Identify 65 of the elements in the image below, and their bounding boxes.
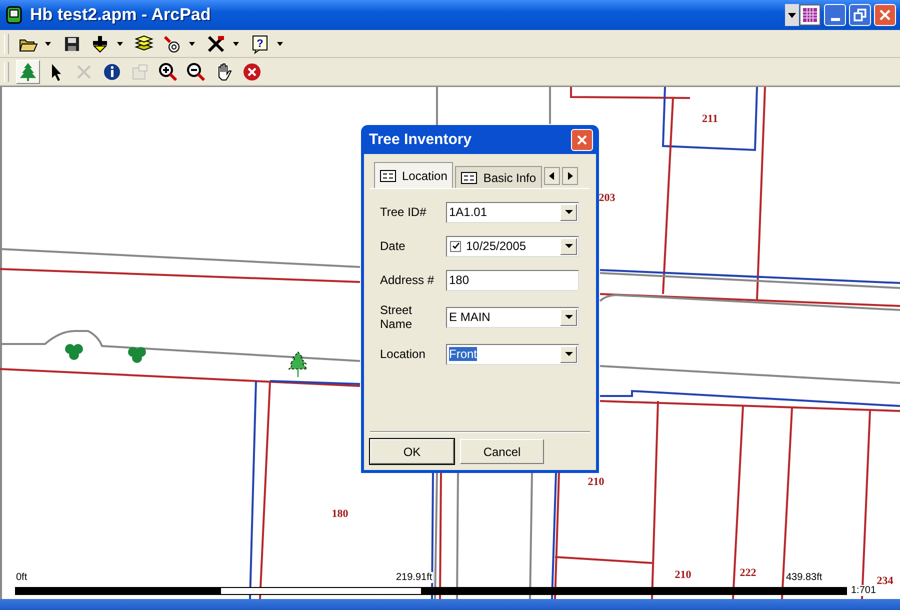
checkmark-icon	[452, 242, 460, 250]
field-label: Date	[380, 239, 406, 253]
close-button[interactable]	[571, 128, 593, 150]
scale-label: 0ft	[15, 572, 28, 583]
selected-tree-symbol	[288, 351, 308, 377]
arrow-right-icon	[566, 172, 574, 180]
form-icon	[461, 172, 478, 184]
field-label: Street Name	[380, 303, 414, 331]
info-icon	[102, 62, 122, 82]
parcel-label: 180	[332, 508, 348, 520]
scale-label: 439.83ft	[785, 572, 824, 583]
tree-symbol	[65, 344, 83, 360]
scale-label: 219.91ft	[395, 572, 434, 583]
tree-icon	[18, 62, 38, 82]
parcel-label: 203	[598, 192, 616, 204]
minimize-button[interactable]	[824, 4, 846, 26]
form-icon	[380, 170, 396, 182]
dialog-title: Tree Inventory	[369, 131, 472, 148]
text-field[interactable]: 180	[446, 270, 579, 290]
crossed-tools-icon	[206, 34, 226, 54]
caret-icon[interactable]	[44, 40, 52, 48]
caret-icon	[564, 350, 572, 358]
tab[interactable]: Basic Info	[455, 166, 542, 188]
caret-icon	[564, 208, 572, 216]
dropdown-field[interactable]: Front	[446, 344, 579, 364]
tree-tool-button[interactable]	[16, 60, 40, 84]
dialog-button[interactable]: OK	[370, 439, 454, 464]
properties-icon	[130, 62, 150, 82]
caret-icon[interactable]	[188, 40, 196, 48]
scroll-right-button[interactable]	[562, 167, 578, 185]
field-label: Tree ID#	[380, 205, 428, 219]
caret-icon[interactable]	[276, 40, 284, 48]
caret-icon	[564, 313, 572, 321]
parcel-label: 211	[702, 113, 718, 125]
stop-icon	[242, 62, 262, 82]
minimize-icon	[830, 18, 840, 20]
app-icon	[4, 5, 24, 25]
field-label: Location	[380, 347, 426, 361]
zoom-out-icon	[186, 62, 206, 82]
window-title: Hb test2.apm - ArcPad	[30, 5, 212, 25]
tab[interactable]: Location	[374, 162, 454, 188]
scale-ratio: 1:701	[849, 585, 878, 596]
caret-icon	[564, 242, 572, 250]
zoom-in-icon	[158, 62, 178, 82]
scroll-left-button[interactable]	[544, 167, 560, 185]
layers-icon	[134, 34, 154, 54]
dialog-button[interactable]: Cancel	[460, 439, 544, 464]
caret-icon[interactable]	[116, 40, 124, 48]
plus-arrow-icon	[90, 34, 110, 54]
satellite-icon	[162, 34, 182, 54]
tree-symbol	[128, 347, 146, 363]
dropdown-field[interactable]: E MAIN	[446, 306, 579, 328]
parcel-label: 210	[674, 569, 692, 581]
parcel-label: 222	[740, 567, 756, 579]
caret-icon[interactable]	[232, 40, 240, 48]
date-field[interactable]: 10/25/2005	[446, 236, 579, 256]
parcel-label: 234	[876, 575, 894, 587]
restore-button[interactable]	[849, 4, 871, 26]
arrow-left-icon	[548, 172, 556, 180]
grid-dropdown-icon[interactable]	[785, 4, 821, 26]
close-button[interactable]	[874, 4, 896, 26]
restore-icon	[851, 6, 869, 24]
field-label: Address #	[380, 273, 436, 287]
parcel-label: 210	[588, 476, 604, 488]
dropdown-field[interactable]: 1A1.01	[446, 202, 579, 222]
